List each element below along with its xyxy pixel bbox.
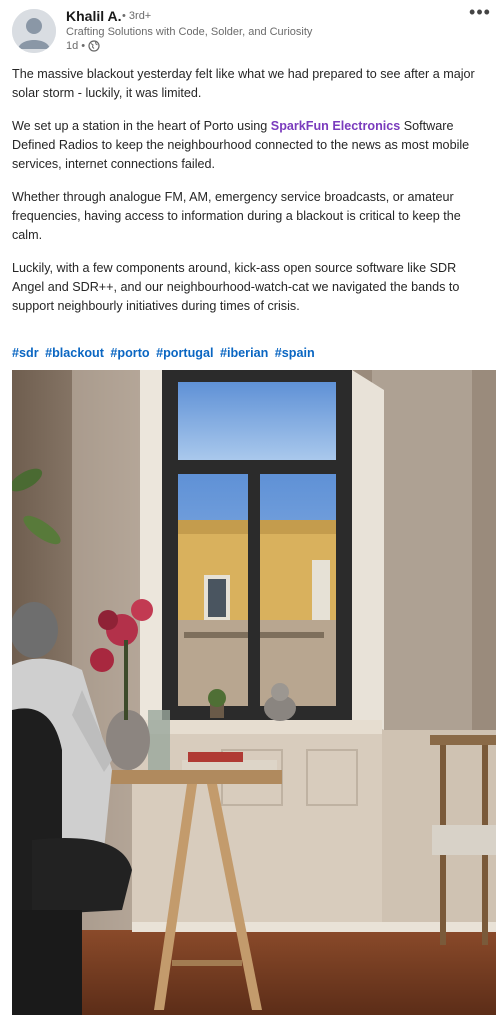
paragraph-2: We set up a station in the heart of Port…: [12, 117, 490, 174]
paragraph-2-start: We set up a station in the heart of Port…: [12, 119, 271, 133]
hashtag-link[interactable]: #portugal: [156, 346, 213, 360]
author-headline: Crafting Solutions with Code, Solder, an…: [66, 26, 313, 38]
author-avatar[interactable]: [12, 9, 56, 53]
post-text: The massive blackout yesterday felt like…: [12, 65, 490, 330]
person-silhouette-icon: [12, 9, 56, 53]
paragraph-4: Luckily, with a few components around, k…: [12, 261, 460, 313]
more-options-icon[interactable]: •••: [468, 3, 492, 24]
photo-room-with-window: [12, 370, 496, 1015]
hashtag-link[interactable]: #sdr: [12, 346, 39, 360]
post-header: Khalil A. • 3rd+ Crafting Solutions with…: [0, 0, 504, 60]
hashtag-link[interactable]: #porto: [110, 346, 149, 360]
hashtag-list: #sdr #blackout #porto #portugal #iberian…: [12, 346, 318, 360]
author-name[interactable]: Khalil A.: [66, 8, 122, 24]
post-time: 1d •: [66, 40, 86, 52]
paragraph-1: The massive blackout yesterday felt like…: [12, 67, 475, 100]
post-meta: 1d •: [66, 40, 100, 52]
post-photo[interactable]: [12, 370, 496, 1015]
hashtag-link[interactable]: #blackout: [45, 346, 104, 360]
connection-degree: • 3rd+: [122, 10, 152, 22]
globe-icon: [88, 40, 100, 52]
hashtag-link[interactable]: #iberian: [220, 346, 268, 360]
hashtag-link[interactable]: #spain: [275, 346, 315, 360]
mention-link-sparkfun[interactable]: SparkFun Electronics: [271, 119, 400, 133]
paragraph-3: Whether through analogue FM, AM, emergen…: [12, 190, 461, 242]
